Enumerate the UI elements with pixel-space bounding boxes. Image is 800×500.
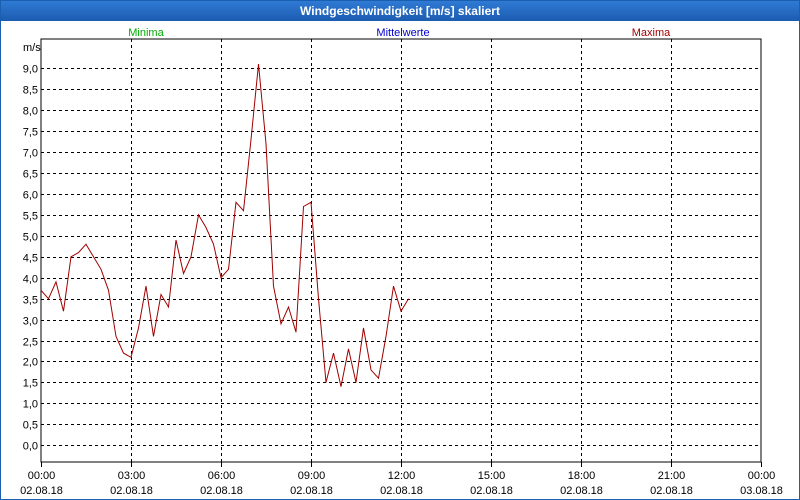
x-tick-time: 09:00 — [298, 470, 326, 482]
y-tick-label: 3,5 — [23, 295, 38, 307]
x-tick-date: 03.08.18 — [740, 485, 783, 497]
y-tick-label: 5,5 — [23, 211, 38, 223]
x-tick-date: 02.08.18 — [290, 485, 333, 497]
y-tick-label: 1,5 — [23, 378, 38, 390]
y-tick-label: 0,0 — [23, 441, 38, 453]
y-tick-label: 6,5 — [23, 169, 38, 181]
legend-mittelwerte: Mittelwerte — [376, 27, 429, 39]
y-tick-label: 5,0 — [23, 232, 38, 244]
y-tick-label: 7,0 — [23, 148, 38, 160]
x-tick-time: 00:00 — [748, 470, 776, 482]
y-tick-label: 7,5 — [23, 127, 38, 139]
y-tick-label: 4,5 — [23, 253, 38, 265]
x-tick-date: 02.08.18 — [110, 485, 153, 497]
x-tick-time: 15:00 — [478, 470, 506, 482]
y-tick-label: 6,0 — [23, 190, 38, 202]
legend-minima: Minima — [128, 27, 164, 39]
wind-speed-chart: 0,0 0,5 1,0 1,5 2,0 2,5 3,0 3,5 4,0 4,5 5,0 5,5 6,0 6… — [20, 27, 783, 497]
x-tick-time: 12:00 — [388, 470, 416, 482]
y-tick-label: 2,0 — [23, 357, 38, 369]
y-tick-label: 3,0 — [23, 316, 38, 328]
chart-window: Windgeschwindigkeit [m/s] skaliert 0,0 0,… — [0, 0, 800, 500]
x-tick-date: 02.08.18 — [200, 485, 243, 497]
x-tick-time: 18:00 — [568, 470, 596, 482]
y-tick-label: 0,5 — [23, 420, 38, 432]
x-tick-date: 02.08.18 — [470, 485, 513, 497]
y-tick-label: 4,0 — [23, 274, 38, 286]
y-tick-label: 2,5 — [23, 337, 38, 349]
x-tick-time: 21:00 — [658, 470, 686, 482]
x-tick-time: 03:00 — [118, 470, 146, 482]
y-tick-label: 9,0 — [23, 64, 38, 76]
y-tick-label: 8,0 — [23, 106, 38, 118]
x-tick-time: 00:00 — [28, 470, 56, 482]
x-tick-date: 02.08.18 — [560, 485, 603, 497]
legend-maxima: Maxima — [632, 27, 671, 39]
x-tick-date: 02.08.18 — [20, 485, 63, 497]
x-tick-date: 02.08.18 — [650, 485, 693, 497]
x-tick-time: 06:00 — [208, 470, 236, 482]
x-tick-date: 02.08.18 — [380, 485, 423, 497]
y-axis-unit-label: m/s — [23, 42, 41, 54]
y-tick-label: 8,5 — [23, 85, 38, 97]
y-tick-label: 1,0 — [23, 399, 38, 411]
